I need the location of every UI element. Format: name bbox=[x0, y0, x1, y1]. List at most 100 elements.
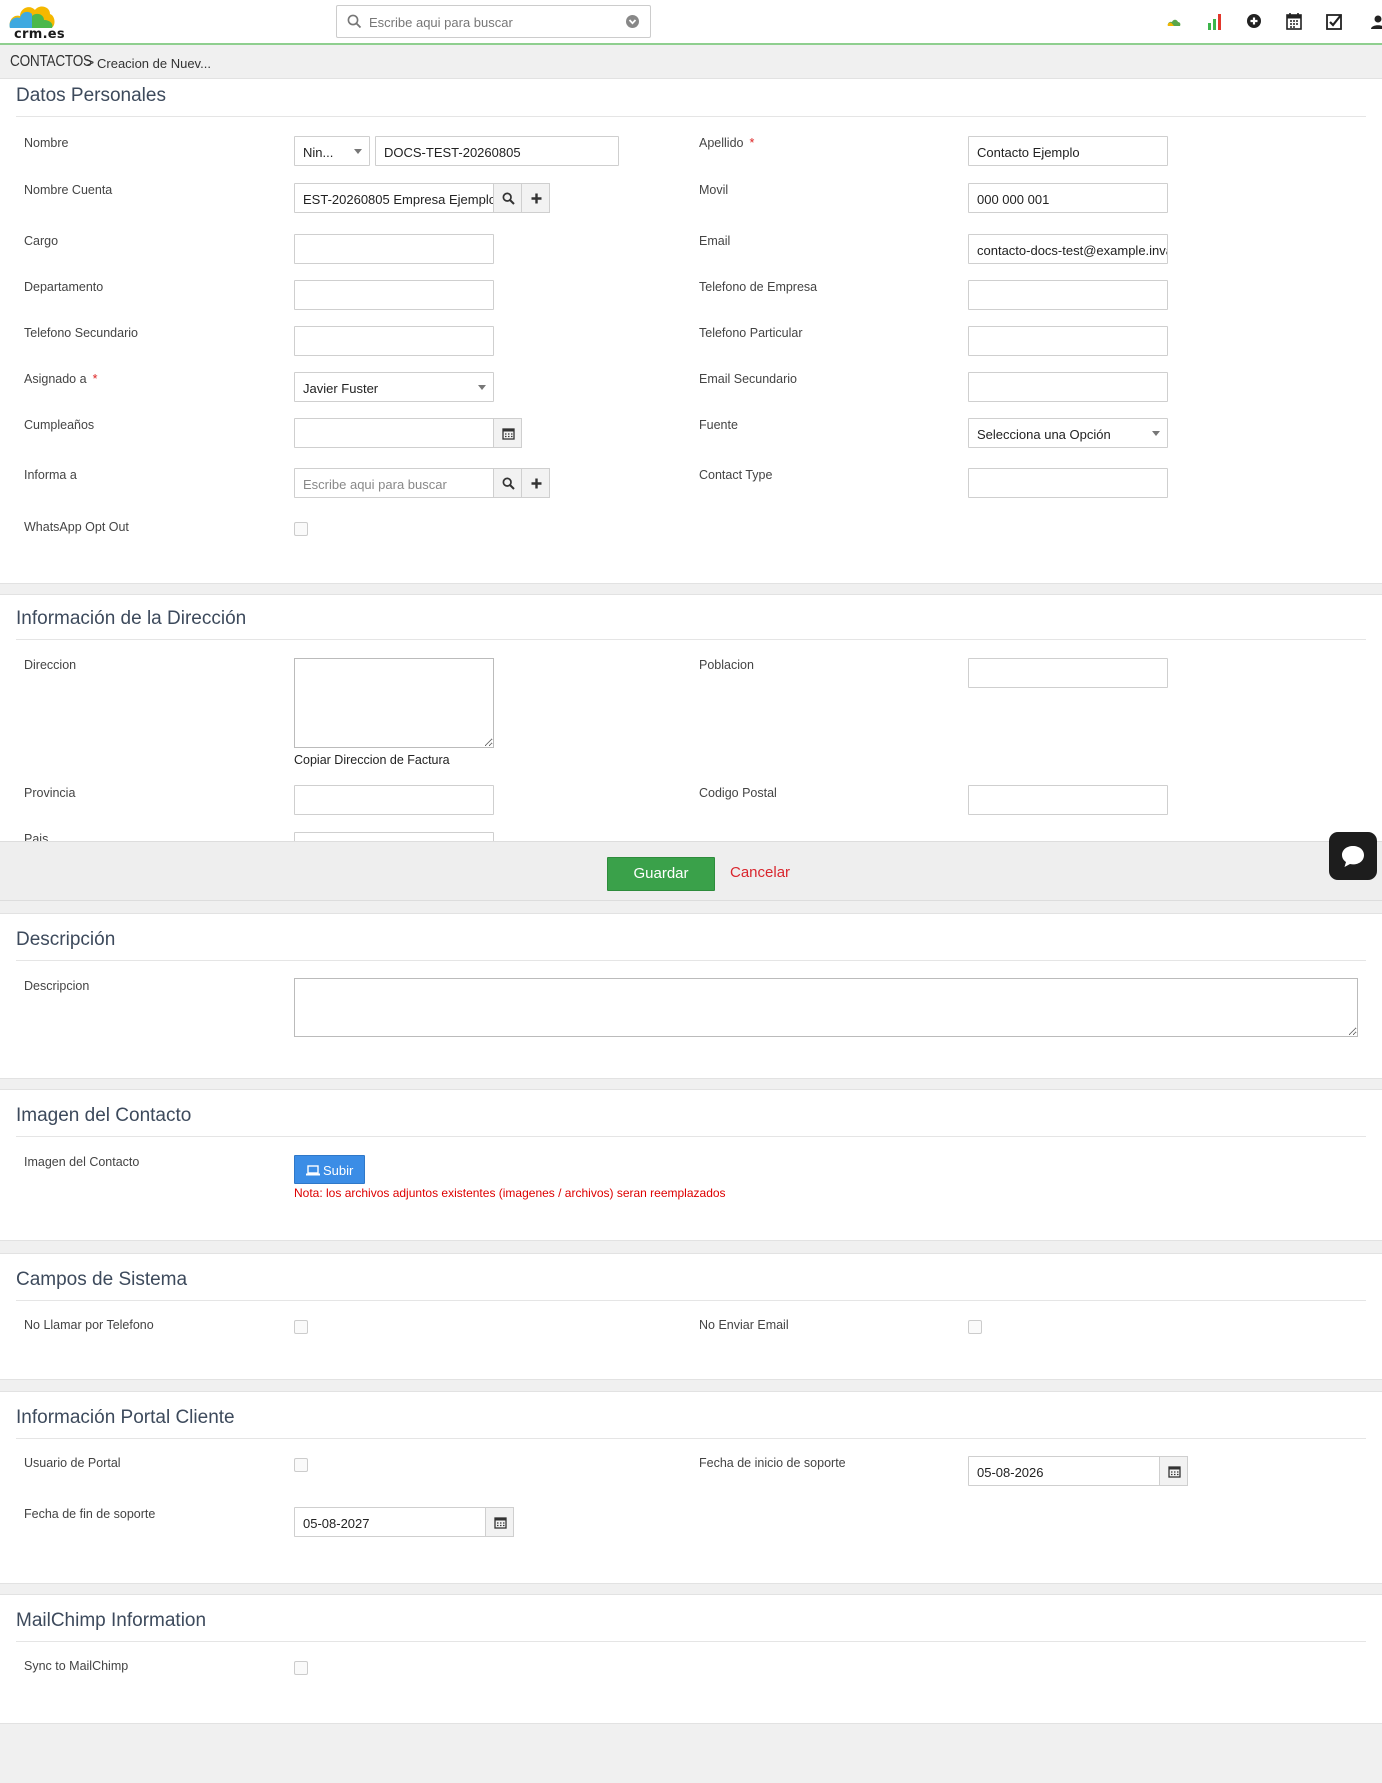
account-search-button[interactable] bbox=[493, 183, 522, 213]
plus-icon bbox=[531, 193, 542, 204]
informa-label: Informa a bbox=[24, 468, 77, 482]
email-label: Email bbox=[699, 234, 731, 248]
poblacion-label: Poblacion bbox=[699, 658, 754, 672]
postal-code-input[interactable] bbox=[968, 785, 1168, 815]
upload-note: Nota: los archivos adjuntos existentes (… bbox=[294, 1186, 726, 1200]
calendar-icon bbox=[502, 428, 515, 440]
birthday-input[interactable] bbox=[294, 418, 494, 448]
account-name-input[interactable]: EST-20260805 Empresa Ejemplo bbox=[294, 183, 494, 213]
section-title: Información de la Dirección bbox=[16, 608, 247, 629]
description-textarea[interactable] bbox=[294, 978, 1358, 1037]
birthday-calendar-button[interactable] bbox=[493, 418, 522, 448]
section-description: Descripción Descripcion bbox=[0, 913, 1382, 1079]
chevron-down-icon bbox=[1152, 431, 1160, 436]
portal-user-checkbox[interactable] bbox=[294, 1458, 308, 1472]
breadcrumb-separator: > bbox=[86, 54, 95, 70]
section-image: Imagen del Contacto Imagen del Contacto … bbox=[0, 1089, 1382, 1241]
do-not-call-checkbox[interactable] bbox=[294, 1320, 308, 1334]
plus-icon bbox=[531, 478, 542, 489]
nombre-label: Nombre bbox=[24, 136, 69, 150]
cuenta-label: Nombre Cuenta bbox=[24, 183, 113, 197]
home-phone-input[interactable] bbox=[968, 326, 1168, 356]
breadcrumb-page: Creacion de Nuev... bbox=[97, 56, 211, 71]
movil-label: Movil bbox=[699, 183, 729, 197]
support-start-calendar-button[interactable] bbox=[1159, 1456, 1188, 1486]
save-button[interactable]: Guardar bbox=[607, 857, 715, 891]
asignado-label-text: Asignado a bbox=[24, 372, 87, 386]
reports-to-add-button[interactable] bbox=[521, 468, 550, 498]
salutation-select[interactable]: Nin... bbox=[294, 136, 370, 166]
direccion-label: Direccion bbox=[24, 658, 77, 672]
laptop-icon bbox=[306, 1165, 320, 1176]
plus-circle-icon[interactable] bbox=[1242, 10, 1266, 34]
cancel-link[interactable]: Cancelar bbox=[730, 864, 790, 881]
search-icon bbox=[502, 477, 515, 490]
assigned-to-select[interactable]: Javier Fuster bbox=[294, 372, 494, 402]
fuente-label: Fuente bbox=[699, 418, 738, 432]
asignado-label: Asignado a * bbox=[24, 372, 97, 386]
secondary-email-input[interactable] bbox=[968, 372, 1168, 402]
chat-widget-button[interactable] bbox=[1329, 832, 1377, 880]
tel-empresa-label: Telefono de Empresa bbox=[699, 280, 818, 294]
divider bbox=[16, 1641, 1366, 1642]
secondary-phone-input[interactable] bbox=[294, 326, 494, 356]
state-input[interactable] bbox=[294, 785, 494, 815]
bar-chart-icon[interactable] bbox=[1203, 10, 1227, 34]
sync-mailchimp-checkbox[interactable] bbox=[294, 1661, 308, 1675]
provincia-label: Provincia bbox=[24, 786, 76, 800]
department-input[interactable] bbox=[294, 280, 494, 310]
section-title: Datos Personales bbox=[16, 85, 166, 106]
search-icon bbox=[502, 192, 515, 205]
tel-particular-label: Telefono Particular bbox=[699, 326, 803, 340]
divider bbox=[16, 960, 1366, 961]
email-input[interactable]: contacto-docs-test@example.invalid bbox=[968, 234, 1168, 264]
logo-text: crm.es bbox=[14, 27, 65, 42]
cumple-label: Cumpleaños bbox=[24, 418, 95, 432]
required-mark: * bbox=[92, 372, 98, 386]
email-sec-label: Email Secundario bbox=[699, 372, 797, 386]
calendar-icon[interactable] bbox=[1282, 10, 1306, 34]
first-name-input[interactable]: DOCS-TEST-20260805 bbox=[375, 136, 619, 166]
title-input[interactable] bbox=[294, 234, 494, 264]
last-name-input[interactable]: Contacto Ejemplo bbox=[968, 136, 1168, 166]
whatsapp-label: WhatsApp Opt Out bbox=[24, 520, 129, 534]
lead-source-select[interactable]: Selecciona una Opción bbox=[968, 418, 1168, 448]
mobile-input[interactable]: 000 000 001 bbox=[968, 183, 1168, 213]
section-portal: Información Portal Cliente Usuario de Po… bbox=[0, 1391, 1382, 1584]
email-opt-out-checkbox[interactable] bbox=[968, 1320, 982, 1334]
whatsapp-opt-out-checkbox[interactable] bbox=[294, 522, 308, 536]
city-input[interactable] bbox=[968, 658, 1168, 688]
user-icon[interactable] bbox=[1366, 10, 1382, 34]
crm-logo[interactable]: crm.es bbox=[6, 0, 65, 44]
reports-to-search-button[interactable] bbox=[493, 468, 522, 498]
reports-to-input[interactable]: Escribe aqui para buscar bbox=[294, 468, 494, 498]
required-mark: * bbox=[749, 136, 755, 150]
top-bar: crm.es Escribe aqui para buscar bbox=[0, 0, 1382, 45]
contact-type-input[interactable] bbox=[968, 468, 1168, 498]
office-phone-input[interactable] bbox=[968, 280, 1168, 310]
imagen-label: Imagen del Contacto bbox=[24, 1155, 140, 1169]
street-textarea[interactable] bbox=[294, 658, 494, 748]
no-email-label: No Enviar Email bbox=[699, 1318, 789, 1332]
descripcion-label: Descripcion bbox=[24, 979, 90, 993]
breadcrumb-module[interactable]: CONTACTOS bbox=[10, 53, 92, 71]
support-end-date-input[interactable]: 05-08-2027 bbox=[294, 1507, 486, 1537]
upload-button[interactable]: Subir bbox=[294, 1155, 366, 1184]
search-placeholder: Escribe aqui para buscar bbox=[369, 15, 513, 30]
section-personal: Datos Personales Nombre Nin... DOCS-TEST… bbox=[0, 78, 1382, 584]
chevron-down-circle-icon[interactable] bbox=[625, 14, 640, 29]
checkbox-icon[interactable] bbox=[1322, 10, 1346, 34]
account-add-button[interactable] bbox=[521, 183, 550, 213]
section-mailchimp: MailChimp Information Sync to MailChimp bbox=[0, 1594, 1382, 1724]
support-end-calendar-button[interactable] bbox=[485, 1507, 514, 1537]
copy-billing-address-link[interactable]: Copiar Direccion de Factura bbox=[294, 753, 450, 767]
cargo-label: Cargo bbox=[24, 234, 59, 248]
upload-label: Subir bbox=[323, 1163, 354, 1178]
support-start-date-input[interactable]: 05-08-2026 bbox=[968, 1456, 1160, 1486]
cloud-icon[interactable] bbox=[1162, 10, 1186, 34]
divider bbox=[16, 1300, 1366, 1301]
fin-soporte-label: Fecha de fin de soporte bbox=[24, 1507, 156, 1521]
global-search[interactable]: Escribe aqui para buscar bbox=[336, 5, 651, 38]
contact-type-label: Contact Type bbox=[699, 468, 773, 482]
divider bbox=[16, 1438, 1366, 1439]
